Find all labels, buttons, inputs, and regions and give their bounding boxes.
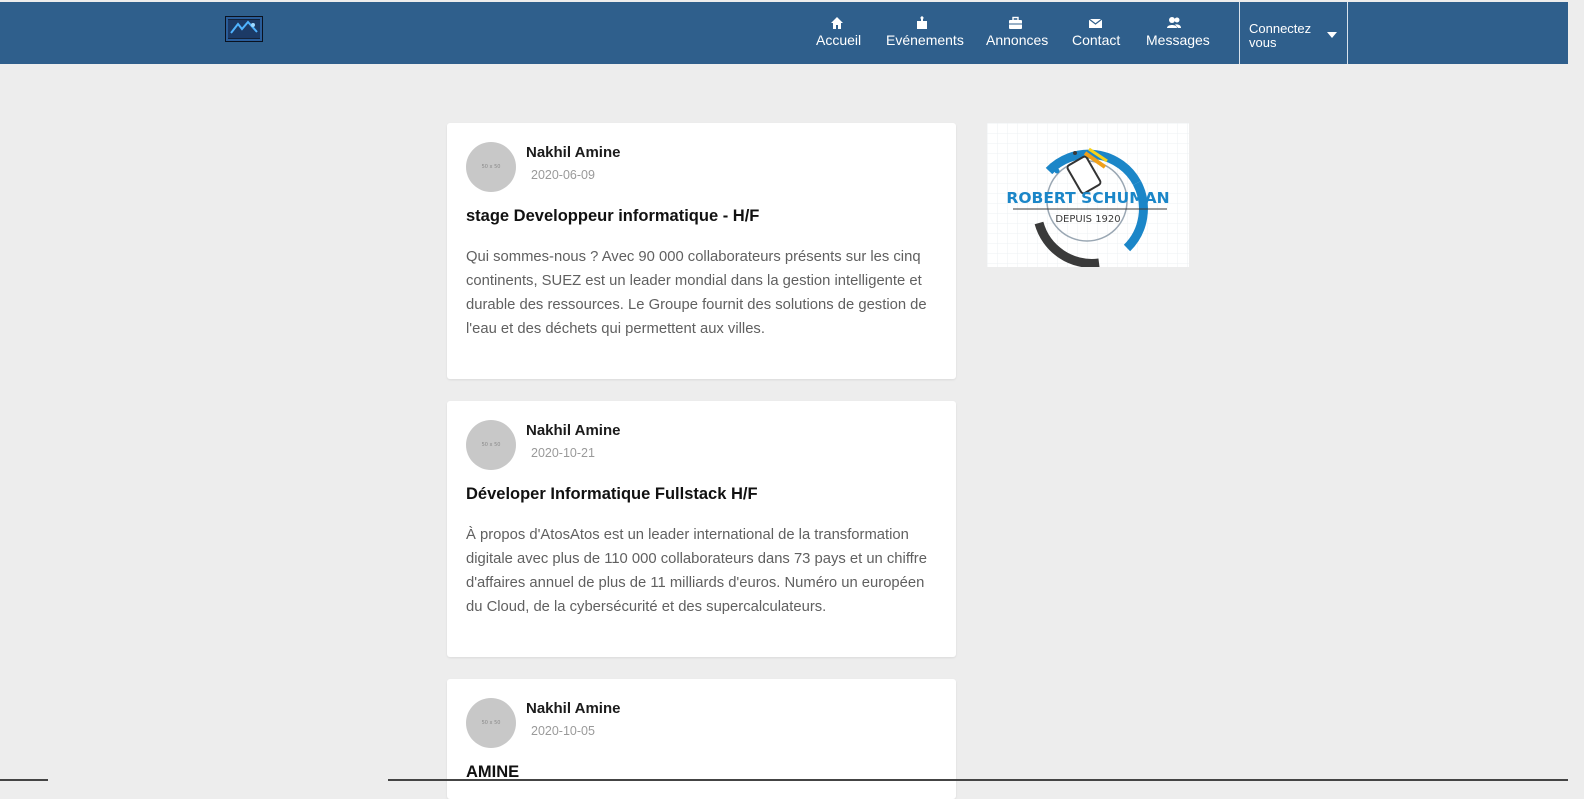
puzzle-icon: [917, 16, 927, 29]
nav-annonces[interactable]: Annonces: [986, 14, 1049, 54]
post-date: 2020-10-21: [531, 446, 595, 460]
school-tagline: DEPUIS 1920: [1055, 214, 1120, 225]
avatar: 50 x 50: [466, 420, 516, 470]
envelope-icon: [1088, 18, 1102, 28]
nav-accueil[interactable]: Accueil: [816, 14, 862, 54]
post-title[interactable]: Déveloper Informatique Fullstack H/F: [466, 485, 758, 504]
nav-divider: [1239, 2, 1240, 64]
connect-label: Connectez vous: [1249, 21, 1312, 50]
nav-label: Evénements: [886, 32, 964, 48]
nav-divider: [1347, 2, 1348, 64]
post-card[interactable]: 50 x 50 Nakhil Amine 2020-10-05 AMINE: [447, 679, 956, 799]
top-navbar: Accueil Evénements Annonces Contact Mess…: [0, 2, 1568, 64]
post-author[interactable]: Nakhil Amine: [526, 700, 620, 717]
avatar: 50 x 50: [466, 142, 516, 192]
post-date: 2020-06-09: [531, 168, 595, 182]
divider: [388, 779, 1568, 781]
chevron-down-icon: [1327, 32, 1337, 38]
post-author[interactable]: Nakhil Amine: [526, 422, 620, 439]
nav-evenements[interactable]: Evénements: [886, 14, 964, 54]
post-author[interactable]: Nakhil Amine: [526, 144, 620, 161]
divider: [0, 779, 48, 781]
post-description: Qui sommes-nous ? Avec 90 000 collaborat…: [466, 249, 927, 337]
school-name: ROBERT SCHUMAN: [1006, 189, 1169, 207]
school-logo: ROBERT SCHUMAN DEPUIS 1920: [987, 123, 1189, 267]
home-icon: [831, 17, 843, 29]
connect-dropdown[interactable]: Connectez vous: [1249, 22, 1339, 50]
users-icon: [1167, 17, 1181, 28]
nav-label: Contact: [1072, 32, 1121, 48]
nav-label: Accueil: [816, 32, 862, 48]
avatar: 50 x 50: [466, 698, 516, 748]
post-description: À propos d'AtosAtos est un leader intern…: [466, 527, 927, 615]
nav-contact[interactable]: Contact: [1072, 14, 1121, 54]
briefcase-icon: [1008, 16, 1022, 29]
post-card[interactable]: 50 x 50 Nakhil Amine 2020-10-21 Dévelope…: [447, 401, 956, 657]
nav-messages[interactable]: Messages: [1146, 14, 1210, 54]
site-logo[interactable]: [225, 16, 263, 42]
post-card[interactable]: 50 x 50 Nakhil Amine 2020-06-09 stage De…: [447, 123, 956, 379]
nav-label: Messages: [1146, 32, 1210, 48]
nav-label: Annonces: [986, 32, 1049, 48]
post-title[interactable]: stage Developpeur informatique - H/F: [466, 207, 759, 226]
post-date: 2020-10-05: [531, 724, 595, 738]
